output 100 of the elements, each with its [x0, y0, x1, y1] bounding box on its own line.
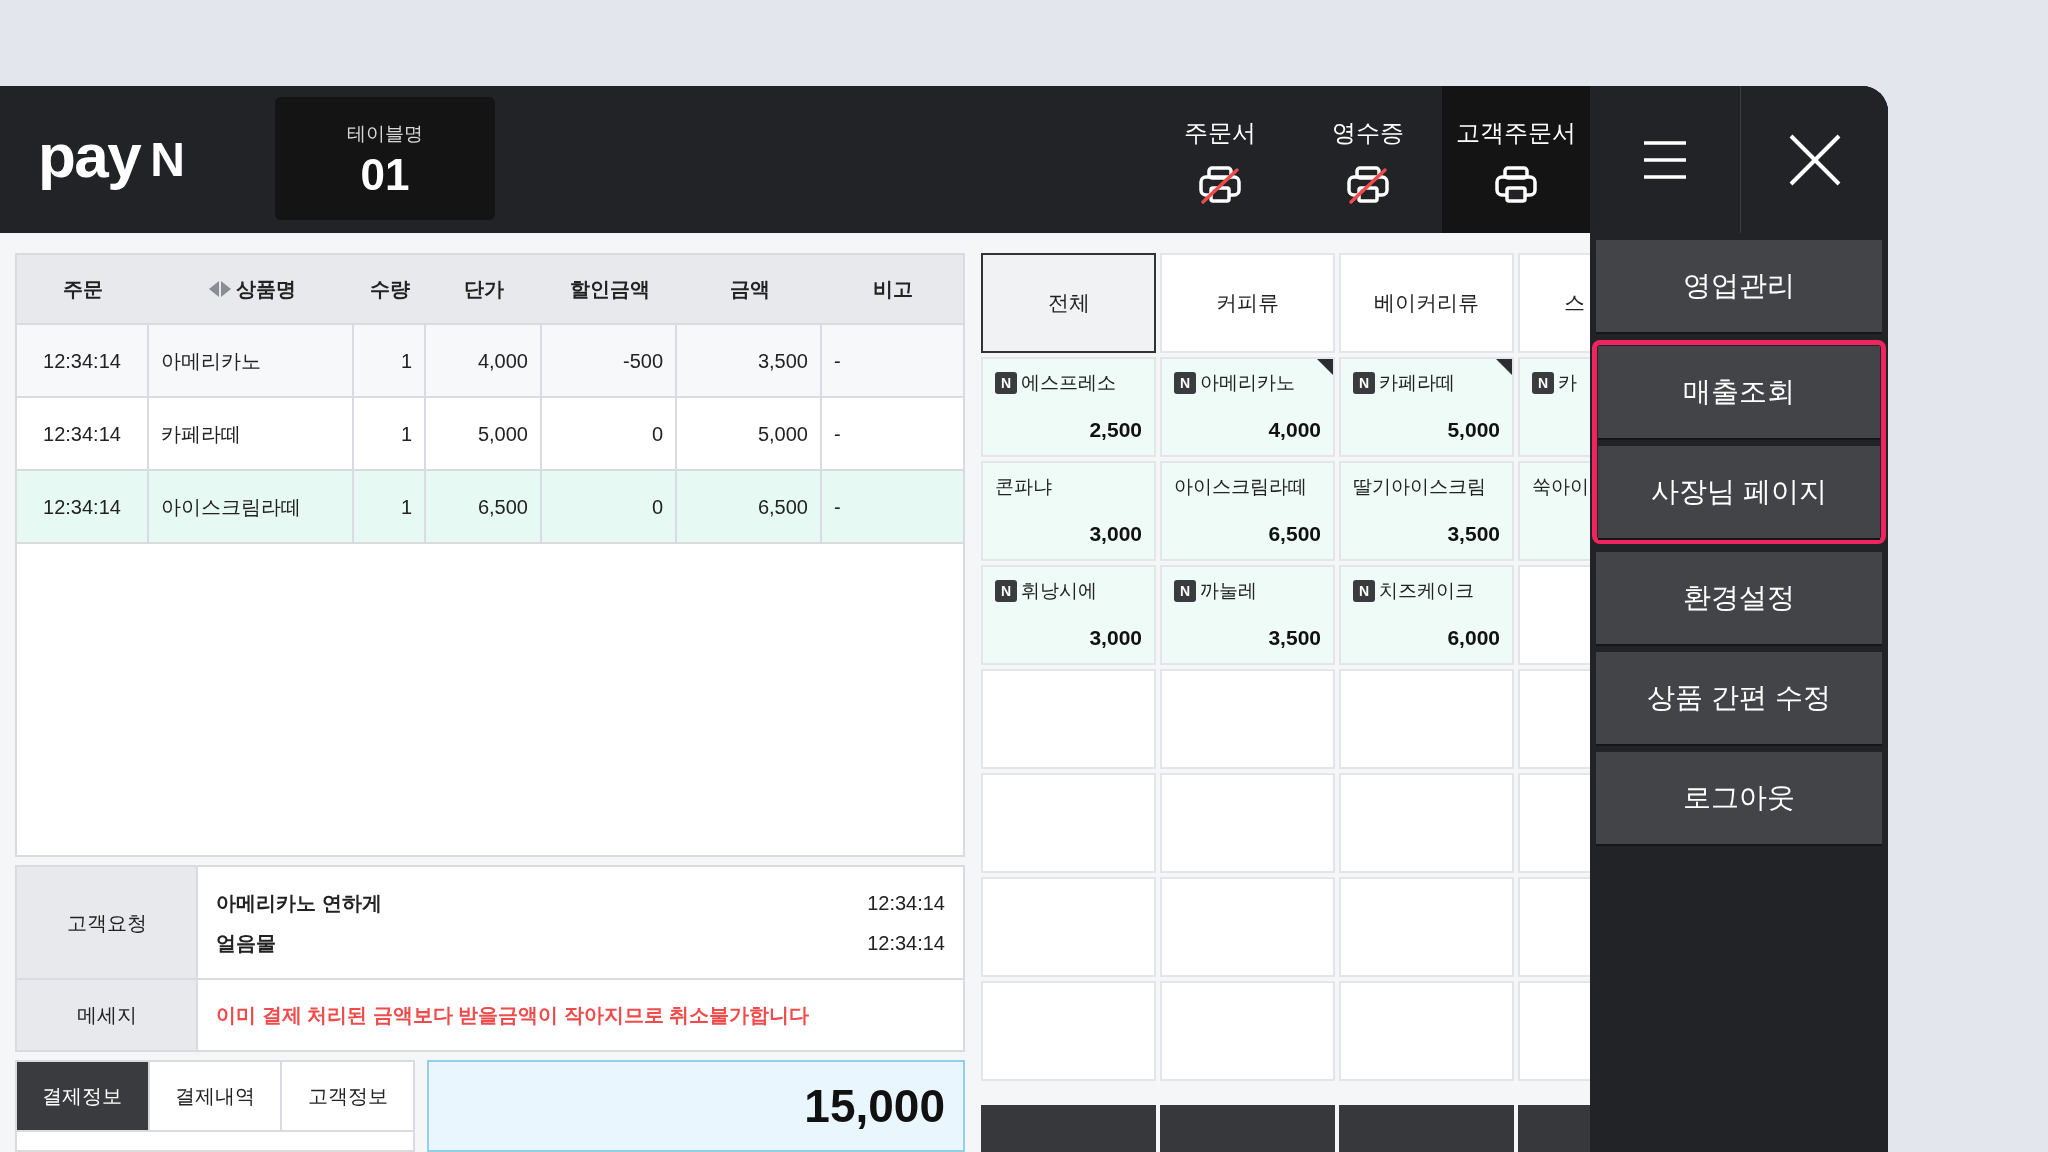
column-header: 할인금액: [569, 277, 650, 302]
logo-mark: N: [150, 135, 185, 184]
category-tab[interactable]: 전체: [981, 253, 1156, 353]
payment-tab[interactable]: 결제정보: [17, 1062, 148, 1130]
order-row[interactable]: 12:34:14 아이스크림라떼 1 6,500 0 6,500 -: [17, 471, 963, 544]
product-badge: N: [995, 580, 1017, 603]
product-price: 6,500: [1268, 520, 1321, 547]
order-row[interactable]: 12:34:14 아메리카노 1 4,000 -500 3,500 -: [17, 325, 963, 398]
request-time: 12:34:14: [867, 930, 945, 956]
resize-arrows-icon: [207, 280, 232, 298]
request-label: 고객요청: [66, 910, 147, 936]
product-card[interactable]: N 카: [1518, 357, 1590, 457]
product-badge: N: [1353, 372, 1375, 395]
table-cell-text: 3,500: [757, 348, 808, 374]
product-badge: N: [1174, 372, 1196, 395]
table-number: 01: [360, 152, 410, 197]
close-icon: [1788, 133, 1841, 186]
product-price: 4,000: [1268, 416, 1321, 443]
table-cell-text: -: [834, 494, 841, 520]
column-header: 상품명: [235, 277, 296, 302]
product-price: 6,000: [1447, 624, 1500, 651]
table-cell-text: 카페라떼: [161, 421, 241, 447]
product-price: 3,500: [1268, 624, 1321, 651]
printer-off-icon: [1346, 164, 1390, 205]
message-label: 메세지: [76, 1003, 137, 1028]
request-text: 아메리카노 연하게: [216, 890, 382, 916]
table-name-label: 테이블명: [347, 122, 423, 147]
table-cell-text: -: [834, 421, 841, 447]
order-row[interactable]: 12:34:14 카페라떼 1 5,000 0 5,000 -: [17, 398, 963, 471]
menu-icon: [1642, 139, 1688, 180]
logo-text: pay: [38, 124, 141, 192]
table-cell-text: 5,000: [477, 421, 528, 447]
menu-item[interactable]: 로그아웃: [1596, 752, 1882, 844]
print-button[interactable]: 고객주문서: [1442, 86, 1590, 233]
corner-mark-icon: [1496, 359, 1512, 375]
menu-item[interactable]: 사장님 페이지: [1598, 446, 1880, 538]
product-badge: N: [1174, 580, 1196, 603]
corner-mark-icon: [1317, 359, 1333, 375]
product-price: 5,000: [1447, 416, 1500, 443]
table-cell-text: 6,500: [757, 494, 808, 520]
product-name: 휘낭시에: [1021, 579, 1097, 603]
product-name: 아이스크림라떼: [1174, 475, 1307, 499]
table-cell-text: 12:34:14: [43, 348, 121, 374]
product-name: 카페라떼: [1379, 371, 1455, 395]
product-name: 쑥아이: [1532, 475, 1589, 499]
product-name: 에스프레소: [1021, 371, 1116, 395]
column-header: 금액: [729, 277, 770, 302]
product-card[interactable]: N 카페라떼 5,000: [1339, 357, 1514, 457]
table-cell-text: -500: [622, 348, 663, 374]
product-card[interactable]: N 아메리카노 4,000: [1160, 357, 1335, 457]
category-tab[interactable]: 커피류: [1160, 253, 1335, 353]
product-name: 아메리카노: [1200, 371, 1295, 395]
printer-off-icon: [1198, 164, 1242, 205]
product-price: 3,000: [1089, 624, 1142, 651]
product-name: 콘파냐: [995, 475, 1052, 499]
table-cell-text: 12:34:14: [43, 421, 121, 447]
category-tab[interactable]: 베이커리류: [1339, 253, 1514, 353]
table-cell-text: 아메리카노: [161, 348, 261, 374]
product-price: 3,000: [1089, 520, 1142, 547]
menu-item[interactable]: 환경설정: [1596, 552, 1882, 644]
product-badge: N: [1353, 580, 1375, 603]
product-card[interactable]: 쑥아이: [1518, 461, 1590, 561]
column-header: 주문: [63, 277, 103, 302]
product-badge: N: [1532, 372, 1554, 395]
product-card[interactable]: N 휘낭시에 3,000: [981, 565, 1156, 665]
product-card[interactable]: N 치즈케이크 6,000: [1339, 565, 1514, 665]
product-name: 카: [1558, 371, 1577, 395]
error-message: 이미 결제 처리된 금액보다 받을금액이 작아지므로 취소불가합니다: [216, 1003, 810, 1028]
product-name: 까눌레: [1200, 579, 1257, 603]
request-time: 12:34:14: [867, 890, 945, 916]
table-cell-text: 1: [400, 348, 412, 374]
product-card[interactable]: 아이스크림라떼 6,500: [1160, 461, 1335, 561]
table-cell-text: 6,500: [477, 494, 528, 520]
table-cell-text: 5,000: [757, 421, 808, 447]
menu-item[interactable]: 상품 간편 수정: [1596, 652, 1882, 744]
table-cell-text: 아이스크림라떼: [161, 494, 301, 520]
column-header: 단가: [464, 277, 504, 302]
product-card[interactable]: N 까눌레 3,500: [1160, 565, 1335, 665]
column-header: 비고: [872, 277, 913, 302]
product-badge: N: [995, 372, 1017, 395]
request-text: 얼음물: [216, 930, 276, 956]
category-tab[interactable]: 스: [1518, 253, 1590, 353]
product-price: 2,500: [1089, 416, 1142, 443]
product-name: 치즈케이크: [1379, 579, 1474, 603]
table-cell-text: 12:34:14: [43, 494, 121, 520]
product-card[interactable]: 콘파냐 3,000: [981, 461, 1156, 561]
menu-item[interactable]: 영업관리: [1596, 240, 1882, 332]
function-key[interactable]: [981, 1105, 1156, 1152]
total-amount: 15,000: [804, 1079, 945, 1134]
product-price: 3,500: [1447, 520, 1500, 547]
product-name: 딸기아이스크림: [1353, 475, 1486, 499]
table-cell-text: 0: [651, 421, 663, 447]
function-key[interactable]: [1160, 1105, 1335, 1152]
function-key[interactable]: [1339, 1105, 1514, 1152]
table-cell-text: 4,000: [477, 348, 528, 374]
product-card[interactable]: N 에스프레소 2,500: [981, 357, 1156, 457]
menu-item[interactable]: 매출조회: [1598, 346, 1880, 438]
table-cell-text: 0: [651, 494, 663, 520]
product-card[interactable]: 딸기아이스크림 3,500: [1339, 461, 1514, 561]
table-cell-text: 1: [400, 421, 412, 447]
